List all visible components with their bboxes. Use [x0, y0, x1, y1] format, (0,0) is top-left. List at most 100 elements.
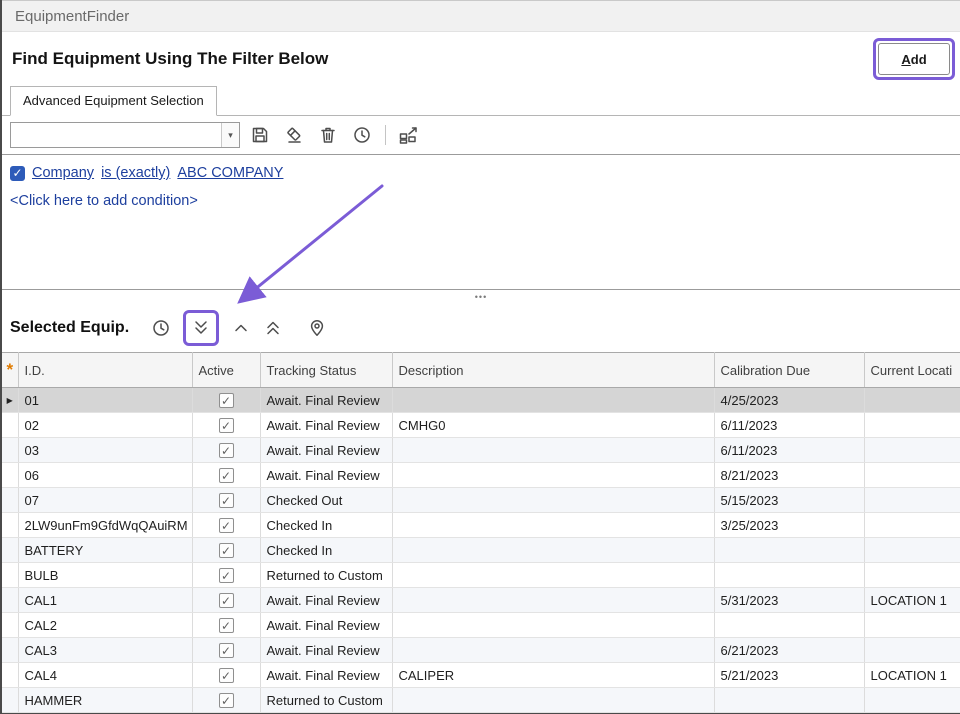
active-checkbox[interactable] [219, 643, 234, 658]
cell-calibration-due[interactable]: 8/21/2023 [714, 463, 864, 488]
move-up-icon[interactable] [227, 314, 255, 342]
cell-current-location[interactable] [864, 613, 960, 638]
chevron-down-icon[interactable]: ▾ [221, 123, 239, 147]
add-condition-link[interactable]: <Click here to add condition> [10, 193, 952, 209]
field-chooser-icon[interactable] [395, 121, 423, 149]
cell-tracking-status[interactable]: Checked In [260, 538, 392, 563]
table-row[interactable]: 03 Await. Final Review 6/11/2023 [2, 438, 960, 463]
cell-id[interactable]: BULB [18, 563, 192, 588]
cell-id[interactable]: 06 [18, 463, 192, 488]
cell-calibration-due[interactable]: 6/21/2023 [714, 638, 864, 663]
cell-current-location[interactable] [864, 438, 960, 463]
active-checkbox[interactable] [219, 568, 234, 583]
cell-calibration-due[interactable]: 4/25/2023 [714, 388, 864, 413]
move-all-up-icon[interactable] [259, 314, 287, 342]
cell-tracking-status[interactable]: Await. Final Review [260, 438, 392, 463]
condition-operator-link[interactable]: is (exactly) [101, 165, 170, 181]
cell-description[interactable] [392, 588, 714, 613]
cell-current-location[interactable] [864, 638, 960, 663]
cell-description[interactable]: CMHG0 [392, 413, 714, 438]
cell-current-location[interactable] [864, 388, 960, 413]
active-checkbox[interactable] [219, 668, 234, 683]
cell-id[interactable]: 01 [18, 388, 192, 413]
cell-current-location[interactable] [864, 563, 960, 588]
active-checkbox[interactable] [219, 493, 234, 508]
history-icon[interactable] [348, 121, 376, 149]
history-icon[interactable] [147, 314, 175, 342]
cell-calibration-due[interactable] [714, 613, 864, 638]
cell-calibration-due[interactable] [714, 563, 864, 588]
location-icon[interactable] [303, 314, 331, 342]
cell-tracking-status[interactable]: Await. Final Review [260, 663, 392, 688]
column-header-id[interactable]: I.D. [18, 353, 192, 388]
cell-description[interactable]: CALIPER [392, 663, 714, 688]
active-checkbox[interactable] [219, 618, 234, 633]
active-checkbox[interactable] [219, 468, 234, 483]
cell-tracking-status[interactable]: Await. Final Review [260, 388, 392, 413]
save-icon[interactable] [246, 121, 274, 149]
cell-tracking-status[interactable]: Await. Final Review [260, 613, 392, 638]
table-row[interactable]: 02 Await. Final Review CMHG0 6/11/2023 [2, 413, 960, 438]
cell-id[interactable]: 07 [18, 488, 192, 513]
cell-current-location[interactable] [864, 413, 960, 438]
cell-description[interactable] [392, 463, 714, 488]
column-header-current-location[interactable]: Current Locati [864, 353, 960, 388]
active-checkbox[interactable] [219, 693, 234, 708]
clear-icon[interactable] [280, 121, 308, 149]
table-row[interactable]: CAL4 Await. Final Review CALIPER 5/21/20… [2, 663, 960, 688]
move-all-down-icon[interactable] [187, 314, 215, 342]
table-row[interactable]: BULB Returned to Custom [2, 563, 960, 588]
cell-description[interactable] [392, 688, 714, 713]
cell-calibration-due[interactable] [714, 688, 864, 713]
cell-tracking-status[interactable]: Returned to Custom [260, 688, 392, 713]
condition-value-link[interactable]: ABC COMPANY [177, 165, 283, 181]
column-header-calibration-due[interactable]: Calibration Due [714, 353, 864, 388]
add-button[interactable]: Add [878, 43, 950, 75]
cell-tracking-status[interactable]: Returned to Custom [260, 563, 392, 588]
active-checkbox[interactable] [219, 593, 234, 608]
cell-id[interactable]: 03 [18, 438, 192, 463]
cell-id[interactable]: CAL3 [18, 638, 192, 663]
table-row[interactable]: HAMMER Returned to Custom [2, 688, 960, 713]
cell-description[interactable] [392, 638, 714, 663]
cell-current-location[interactable] [864, 688, 960, 713]
cell-description[interactable] [392, 563, 714, 588]
cell-calibration-due[interactable]: 3/25/2023 [714, 513, 864, 538]
active-checkbox[interactable] [219, 518, 234, 533]
cell-description[interactable] [392, 438, 714, 463]
cell-id[interactable]: CAL4 [18, 663, 192, 688]
cell-id[interactable]: 2LW9unFm9GfdWqQAuiRM [18, 513, 192, 538]
cell-current-location[interactable] [864, 538, 960, 563]
active-checkbox[interactable] [219, 443, 234, 458]
condition-checkbox[interactable] [10, 166, 25, 181]
table-row[interactable]: BATTERY Checked In [2, 538, 960, 563]
delete-icon[interactable] [314, 121, 342, 149]
cell-calibration-due[interactable] [714, 538, 864, 563]
active-checkbox[interactable] [219, 543, 234, 558]
cell-description[interactable] [392, 388, 714, 413]
cell-description[interactable] [392, 538, 714, 563]
table-row[interactable]: CAL3 Await. Final Review 6/21/2023 [2, 638, 960, 663]
table-row[interactable]: 07 Checked Out 5/15/2023 [2, 488, 960, 513]
cell-calibration-due[interactable]: 6/11/2023 [714, 438, 864, 463]
cell-id[interactable]: CAL2 [18, 613, 192, 638]
cell-current-location[interactable] [864, 463, 960, 488]
tab-advanced-equipment-selection[interactable]: Advanced Equipment Selection [10, 86, 217, 116]
cell-tracking-status[interactable]: Await. Final Review [260, 588, 392, 613]
cell-description[interactable] [392, 513, 714, 538]
column-header-tracking-status[interactable]: Tracking Status [260, 353, 392, 388]
cell-id[interactable]: HAMMER [18, 688, 192, 713]
cell-id[interactable]: 02 [18, 413, 192, 438]
cell-current-location[interactable]: LOCATION 1 [864, 588, 960, 613]
cell-calibration-due[interactable]: 5/31/2023 [714, 588, 864, 613]
column-header-description[interactable]: Description [392, 353, 714, 388]
condition-field-link[interactable]: Company [32, 165, 94, 181]
cell-current-location[interactable]: LOCATION 1 [864, 663, 960, 688]
cell-current-location[interactable] [864, 513, 960, 538]
cell-current-location[interactable] [864, 488, 960, 513]
cell-tracking-status[interactable]: Checked Out [260, 488, 392, 513]
column-header-active[interactable]: Active [192, 353, 260, 388]
cell-tracking-status[interactable]: Await. Final Review [260, 638, 392, 663]
cell-calibration-due[interactable]: 6/11/2023 [714, 413, 864, 438]
active-checkbox[interactable] [219, 393, 234, 408]
